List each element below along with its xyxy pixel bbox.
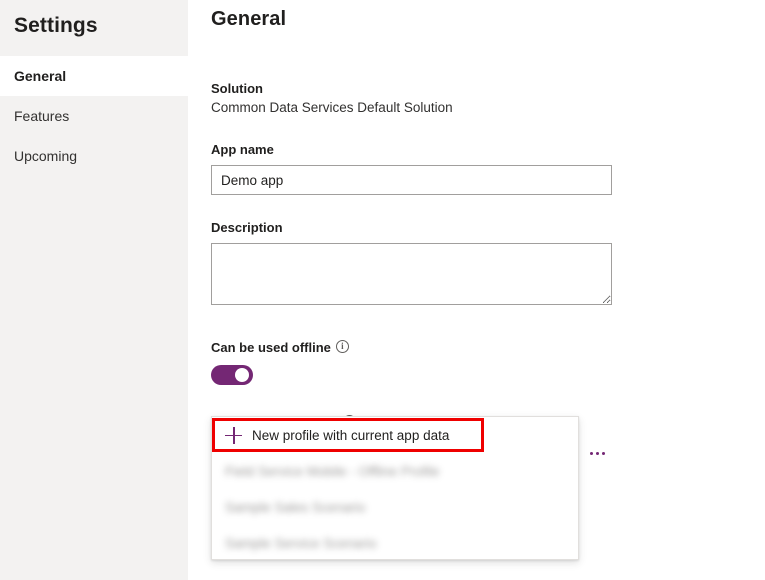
dropdown-item-label: Field Service Mobile - Offline Profile: [225, 464, 439, 479]
dropdown-item-new-profile[interactable]: New profile with current app data: [212, 417, 578, 453]
sidebar-item-general[interactable]: General: [0, 56, 188, 96]
ellipsis-icon[interactable]: [588, 448, 607, 459]
app-name-label: App name: [211, 142, 765, 157]
sidebar-item-label: Upcoming: [14, 148, 77, 164]
page-title: General: [211, 0, 765, 31]
description-field: Description: [211, 220, 765, 305]
settings-page: Settings General Features Upcoming Gener…: [0, 0, 765, 580]
dropdown-item[interactable]: Sample Service Scenario: [212, 525, 578, 561]
sidebar-title: Settings: [0, 0, 188, 38]
ellipsis-dot: [596, 452, 599, 455]
solution-value: Common Data Services Default Solution: [211, 100, 765, 115]
dropdown-item[interactable]: Field Service Mobile - Offline Profile: [212, 453, 578, 489]
offline-label: Can be used offline: [211, 340, 331, 355]
sidebar-item-label: General: [14, 68, 66, 84]
ellipsis-dot: [590, 452, 593, 455]
description-textarea[interactable]: [211, 243, 612, 305]
sidebar-item-features[interactable]: Features: [0, 96, 188, 136]
solution-label: Solution: [211, 81, 765, 96]
settings-sidebar: Settings General Features Upcoming: [0, 0, 188, 580]
ellipsis-dot: [602, 452, 605, 455]
sidebar-item-label: Features: [14, 108, 69, 124]
description-label: Description: [211, 220, 765, 235]
offline-toggle[interactable]: [211, 365, 253, 385]
sidebar-item-upcoming[interactable]: Upcoming: [0, 136, 188, 176]
app-name-input[interactable]: [211, 165, 612, 195]
sidebar-nav: General Features Upcoming: [0, 56, 188, 176]
dropdown-item-label: New profile with current app data: [252, 428, 449, 443]
dropdown-item[interactable]: Sample Sales Scenario: [212, 489, 578, 525]
plus-icon: [225, 427, 242, 444]
app-name-field: App name: [211, 142, 765, 195]
dropdown-item-label: Sample Sales Scenario: [225, 500, 365, 515]
toggle-knob: [235, 368, 249, 382]
mobile-offline-profile-dropdown[interactable]: New profile with current app data Field …: [211, 416, 579, 560]
solution-field: Solution Common Data Services Default So…: [211, 81, 765, 115]
info-icon[interactable]: i: [336, 340, 349, 353]
offline-field: Can be used offline i: [211, 340, 765, 385]
offline-label-row: Can be used offline i: [211, 340, 765, 355]
dropdown-item-label: Sample Service Scenario: [225, 536, 377, 551]
